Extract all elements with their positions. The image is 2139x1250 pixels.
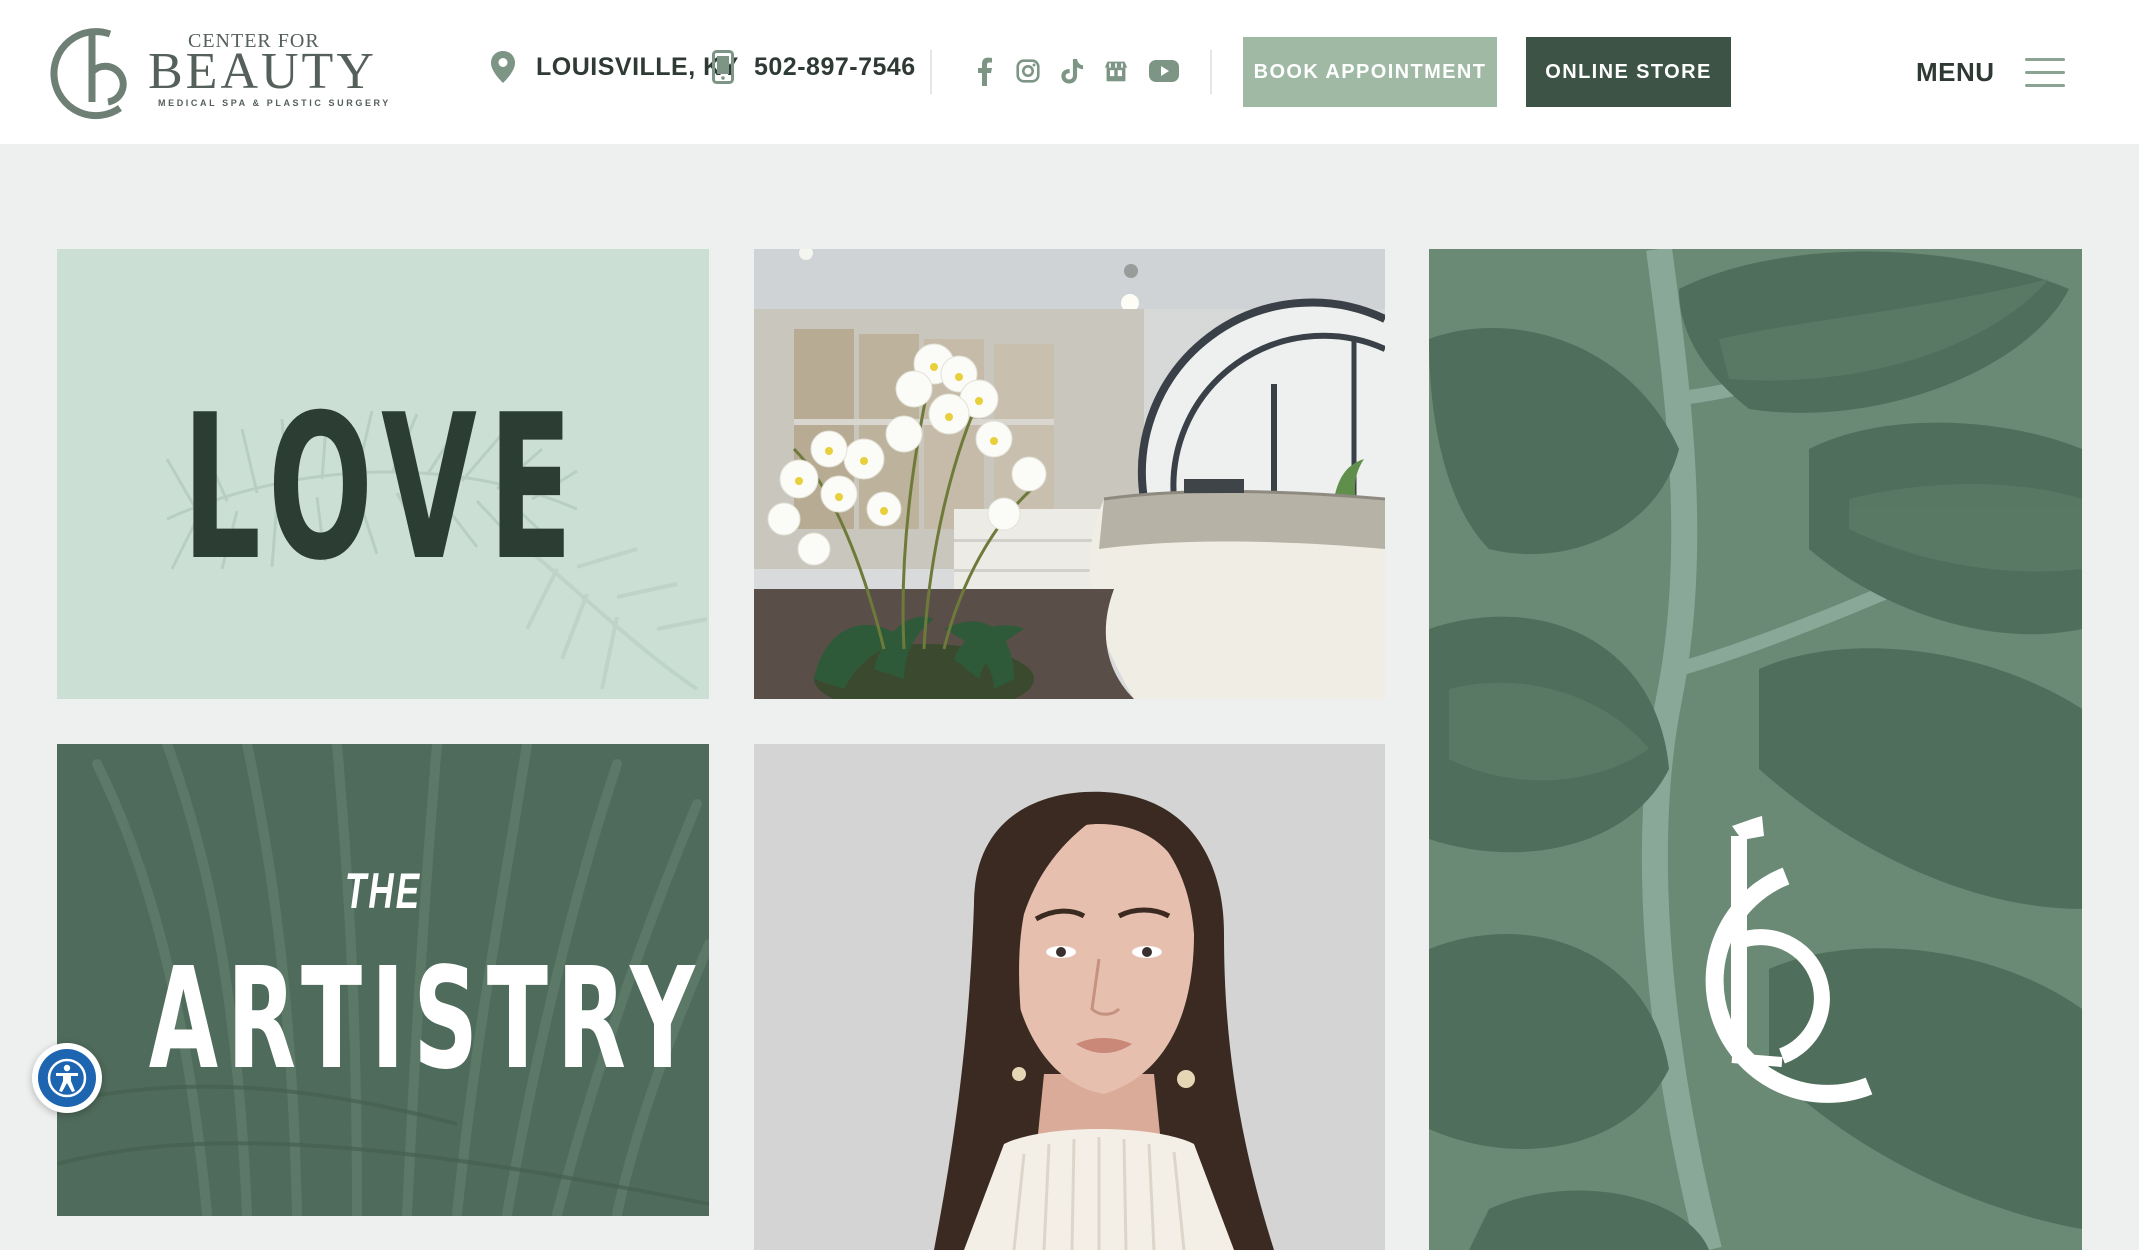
header-divider — [930, 50, 932, 94]
leaves-photo — [1429, 249, 2082, 1250]
woman-portrait-photo — [754, 744, 1385, 1250]
mobile-phone-icon — [712, 50, 734, 84]
logo-tagline: MEDICAL SPA & PLASTIC SURGERY — [158, 98, 391, 108]
cb-monogram-icon — [1705, 816, 1873, 1103]
lobby-orchids-photo — [754, 249, 1385, 699]
book-appointment-button[interactable]: BOOK APPOINTMENT — [1243, 37, 1497, 107]
artistry-tile: THE ARTISTRY — [57, 744, 709, 1216]
love-heading: LOVE — [182, 372, 584, 605]
accessibility-icon — [38, 1049, 96, 1107]
phone-label: 502-897-7546 — [754, 52, 916, 81]
love-tile: LOVE — [57, 249, 709, 699]
location-link[interactable]: LOUISVILLE, KY — [490, 50, 739, 84]
facebook-icon[interactable] — [972, 56, 996, 86]
site-header: CENTER FOR BEAUTY MEDICAL SPA & PLASTIC … — [0, 0, 2139, 144]
artistry-subheading: THE — [344, 863, 422, 919]
youtube-icon[interactable] — [1148, 56, 1180, 86]
social-links — [972, 56, 1180, 86]
tiktok-icon[interactable] — [1060, 56, 1084, 86]
site-logo[interactable]: CENTER FOR BEAUTY MEDICAL SPA & PLASTIC … — [48, 22, 388, 122]
phone-link[interactable]: 502-897-7546 — [712, 50, 916, 84]
instagram-icon[interactable] — [1016, 56, 1040, 86]
map-pin-icon — [490, 50, 516, 84]
logo-main-text: BEAUTY — [148, 43, 377, 100]
hamburger-icon[interactable] — [2025, 58, 2065, 88]
menu-label[interactable]: MENU — [1916, 57, 1995, 88]
storefront-icon[interactable] — [1104, 56, 1128, 86]
artistry-heading: ARTISTRY — [148, 938, 704, 1101]
location-label: LOUISVILLE, KY — [536, 52, 739, 81]
accessibility-button[interactable] — [32, 1043, 102, 1113]
cb-monogram-icon — [50, 28, 127, 120]
online-store-button[interactable]: ONLINE STORE — [1526, 37, 1731, 107]
header-divider — [1210, 50, 1212, 94]
